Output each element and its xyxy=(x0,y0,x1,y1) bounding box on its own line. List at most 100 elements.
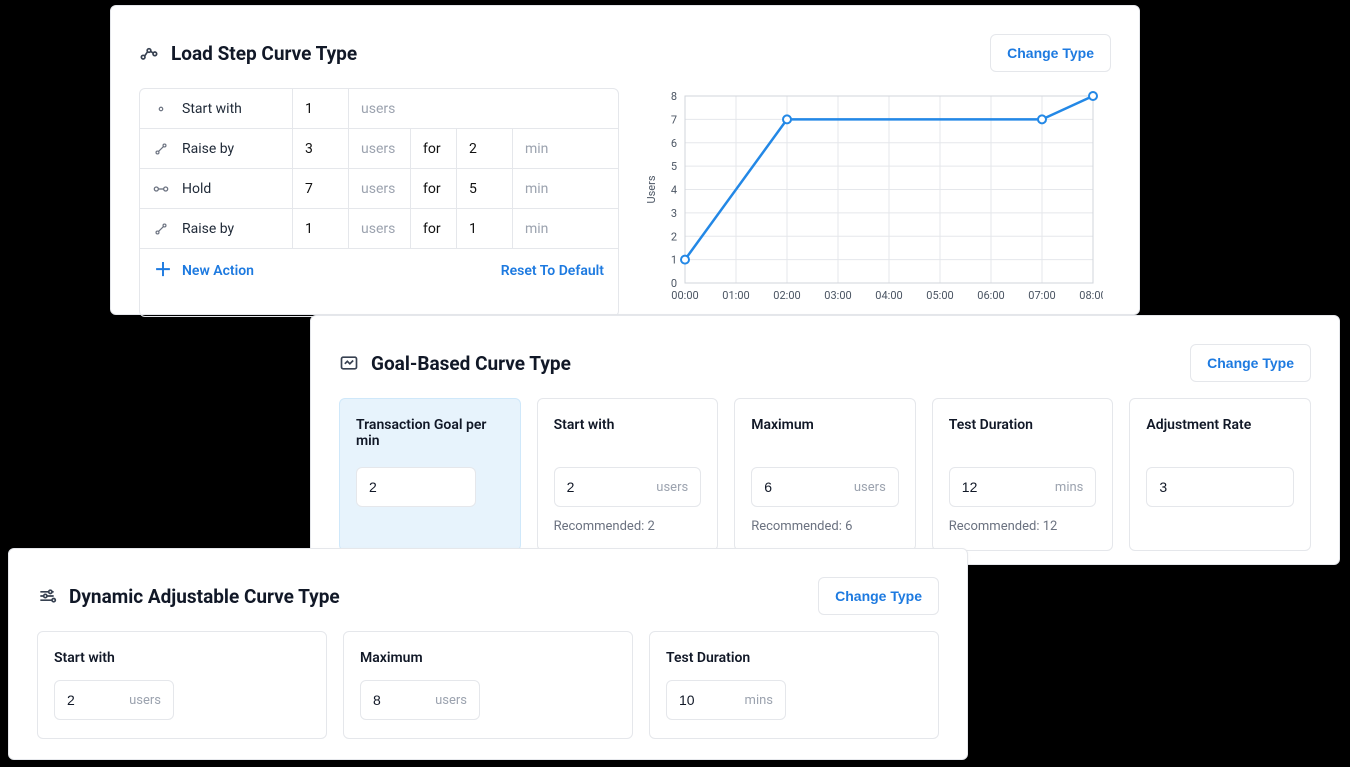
card-input[interactable] xyxy=(369,479,429,495)
svg-text:00:00: 00:00 xyxy=(671,289,698,302)
table-row: Start with 1 users xyxy=(140,89,618,129)
input-suffix: users xyxy=(854,480,886,495)
row-for-unit: min xyxy=(512,169,574,208)
goal-card: Adjustment Rate xyxy=(1129,398,1311,551)
new-action-button[interactable]: ＋ New Action xyxy=(154,262,254,280)
svg-text:01:00: 01:00 xyxy=(722,289,749,302)
recommended-text: Recommended: 12 xyxy=(949,519,1097,534)
table-row: Raise by 3 users for 2 min xyxy=(140,129,618,169)
card-label: Start with xyxy=(554,417,702,453)
load-step-title: Load Step Curve Type xyxy=(171,42,357,65)
dynamic-card: Maximum users xyxy=(343,631,633,739)
input-suffix: users xyxy=(435,693,467,708)
card-label: Adjustment Rate xyxy=(1146,417,1294,453)
recommended-text: Recommended: 6 xyxy=(751,519,899,534)
card-input[interactable] xyxy=(67,692,117,708)
sliders-icon xyxy=(37,586,57,606)
hold-icon xyxy=(140,183,182,195)
card-input-wrap: users xyxy=(554,467,702,507)
goal-title-wrap: Goal-Based Curve Type xyxy=(339,352,571,375)
row-label: Raise by xyxy=(182,221,292,237)
svg-text:03:00: 03:00 xyxy=(824,289,851,302)
dynamic-header: Dynamic Adjustable Curve Type Change Typ… xyxy=(9,549,967,631)
row-label: Hold xyxy=(182,181,292,197)
svg-text:1: 1 xyxy=(671,254,677,267)
row-for: for xyxy=(410,129,456,168)
load-step-body: Start with 1 users Raise by 3 users for … xyxy=(111,88,1139,333)
input-suffix: users xyxy=(656,480,688,495)
row-unit: users xyxy=(348,129,410,168)
svg-text:2: 2 xyxy=(671,230,677,243)
card-label: Maximum xyxy=(360,650,616,666)
row-unit: users xyxy=(348,169,410,208)
row-for: for xyxy=(410,209,456,248)
change-type-button[interactable]: Change Type xyxy=(1190,344,1311,382)
svg-text:07:00: 07:00 xyxy=(1028,289,1055,302)
svg-text:Users: Users xyxy=(645,175,658,203)
goal-header: Goal-Based Curve Type Change Type xyxy=(311,316,1339,398)
load-step-chart: 01234567800:0001:0002:0003:0004:0005:000… xyxy=(643,88,1111,317)
goal-card: MaximumusersRecommended: 6 xyxy=(734,398,916,551)
svg-text:04:00: 04:00 xyxy=(875,289,902,302)
reset-default-button[interactable]: Reset To Default xyxy=(501,263,604,279)
svg-text:4: 4 xyxy=(671,184,677,197)
goal-based-panel: Goal-Based Curve Type Change Type Transa… xyxy=(310,315,1340,565)
change-type-button[interactable]: Change Type xyxy=(990,34,1111,72)
card-input-wrap: mins xyxy=(666,680,786,720)
goal-card: Transaction Goal per min xyxy=(339,398,521,551)
load-step-title-wrap: Load Step Curve Type xyxy=(139,42,357,65)
dynamic-adjustable-panel: Dynamic Adjustable Curve Type Change Typ… xyxy=(8,548,968,760)
row-for-value[interactable]: 5 xyxy=(456,169,512,208)
row-value[interactable]: 7 xyxy=(292,169,348,208)
input-suffix: mins xyxy=(745,693,773,708)
card-input-wrap: users xyxy=(360,680,480,720)
goal-body: Transaction Goal per min Start with users R… xyxy=(311,398,1339,571)
dynamic-body: Start withusersMaximumusersTest Duration… xyxy=(9,631,967,759)
card-input[interactable] xyxy=(1159,479,1219,495)
card-input-wrap: users xyxy=(54,680,174,720)
svg-text:05:00: 05:00 xyxy=(926,289,953,302)
goal-card: Test Duration mins Recommended: 12 xyxy=(932,398,1114,551)
row-label: Raise by xyxy=(182,141,292,157)
table-row: Raise by 1 users for 1 min xyxy=(140,209,618,249)
svg-text:5: 5 xyxy=(671,160,677,173)
curve-nodes-icon xyxy=(139,43,159,63)
goal-title: Goal-Based Curve Type xyxy=(371,352,571,375)
dynamic-card: Start with users xyxy=(37,631,327,739)
new-action-label: New Action xyxy=(182,263,254,279)
row-value[interactable]: 3 xyxy=(292,129,348,168)
card-label: Transaction Goal per min xyxy=(356,417,504,453)
card-input[interactable] xyxy=(764,479,824,495)
goal-card: Start withusersRecommended: 2 xyxy=(537,398,719,551)
svg-text:06:00: 06:00 xyxy=(977,289,1004,302)
card-input-wrap: mins xyxy=(949,467,1097,507)
dynamic-title: Dynamic Adjustable Curve Type xyxy=(69,585,340,608)
card-input[interactable] xyxy=(373,692,423,708)
card-label: Start with xyxy=(54,650,310,666)
card-input-wrap xyxy=(356,467,476,507)
row-unit: users xyxy=(348,209,410,248)
svg-text:08:00: 08:00 xyxy=(1079,289,1103,302)
svg-text:6: 6 xyxy=(671,137,677,150)
row-for: for xyxy=(410,169,456,208)
card-input[interactable] xyxy=(567,479,627,495)
input-suffix: mins xyxy=(1055,480,1083,495)
svg-text:8: 8 xyxy=(671,90,677,103)
load-step-table: Start with 1 users Raise by 3 users for … xyxy=(139,88,619,317)
row-value[interactable]: 1 xyxy=(292,209,348,248)
plus-icon: ＋ xyxy=(154,262,172,280)
goal-icon xyxy=(339,353,359,373)
card-input-wrap xyxy=(1146,467,1294,507)
svg-text:3: 3 xyxy=(671,207,677,220)
svg-text:7: 7 xyxy=(671,113,677,126)
row-for-value[interactable]: 2 xyxy=(456,129,512,168)
row-for-unit: min xyxy=(512,129,574,168)
card-input[interactable] xyxy=(679,692,729,708)
card-input-wrap: users xyxy=(751,467,899,507)
row-value[interactable]: 1 xyxy=(292,89,348,128)
card-input[interactable] xyxy=(962,479,1022,495)
change-type-button[interactable]: Change Type xyxy=(818,577,939,615)
svg-text:02:00: 02:00 xyxy=(773,289,800,302)
card-label: Test Duration xyxy=(949,417,1097,453)
row-for-value[interactable]: 1 xyxy=(456,209,512,248)
